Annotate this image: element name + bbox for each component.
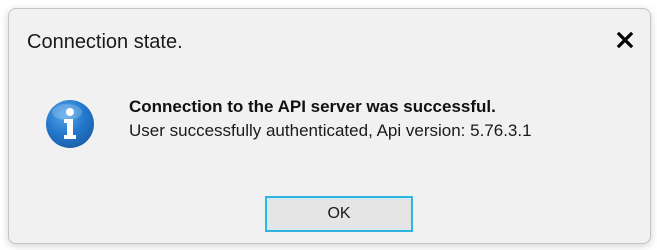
dialog-title: Connection state.: [27, 31, 183, 53]
info-icon: [46, 100, 94, 148]
close-icon: [616, 31, 634, 49]
connection-state-dialog: Connection state. Connection to the API …: [8, 8, 651, 244]
dialog-message: Connection to the API server was success…: [45, 93, 636, 155]
ok-button[interactable]: OK: [265, 196, 413, 232]
close-button[interactable]: [608, 23, 642, 57]
message-text: Connection to the API server was success…: [129, 95, 532, 143]
message-detail: User successfully authenticated, Api ver…: [129, 121, 532, 140]
dialog-titlebar: Connection state.: [9, 9, 650, 77]
message-heading: Connection to the API server was success…: [129, 97, 496, 116]
